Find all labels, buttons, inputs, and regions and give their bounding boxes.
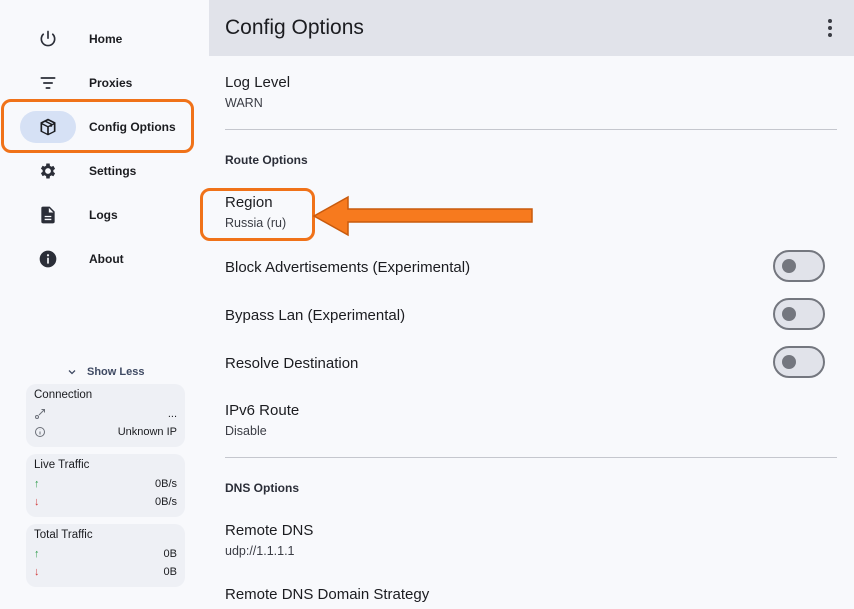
sidebar: Home Proxies Config Options Settings Log… [0,0,209,609]
ip-value: Unknown IP [117,426,177,438]
dns-options-header: DNS Options [225,481,299,495]
sidebar-item-settings[interactable]: Settings [20,153,190,189]
total-traffic-card: Total Traffic ↑ 0B ↓ 0B [26,524,185,587]
document-icon [20,199,76,231]
download-arrow-icon: ↓ [34,566,40,578]
bypass-lan-toggle[interactable] [773,298,825,330]
sidebar-item-label: Home [89,32,123,46]
upload-arrow-icon: ↑ [34,548,40,560]
remote-dns-domain-strategy-setting[interactable]: Remote DNS Domain Strategy [225,586,429,603]
card-row: ↑ 0B [34,545,177,563]
sidebar-item-label: Settings [89,164,137,178]
card-title: Total Traffic [34,529,93,541]
route-options-header: Route Options [225,153,308,167]
setting-title: IPv6 Route [225,402,300,419]
divider [225,129,837,130]
resolve-destination-toggle[interactable] [773,346,825,378]
setting-title: Resolve Destination [225,355,359,372]
card-title: Connection [34,389,93,401]
card-title: Live Traffic [34,459,90,471]
download-value: 0B [163,566,177,578]
bypass-lan-setting[interactable]: Bypass Lan (Experimental) [225,307,405,324]
card-row: ↓ 0B [34,563,177,581]
upload-arrow-icon: ↑ [34,478,40,490]
link-icon [35,409,45,419]
connection-value: ... [167,408,177,420]
card-row: Unknown IP [34,423,177,441]
gear-icon [20,155,76,187]
config-options-list: Log Level WARN Route Options Region Russ… [209,56,854,609]
setting-title: Log Level [225,74,291,91]
setting-title: Block Advertisements (Experimental) [225,259,471,276]
show-less-label: Show Less [87,366,145,378]
setting-title: Bypass Lan (Experimental) [225,307,406,324]
ipv6-route-setting[interactable]: IPv6 Route Disable [225,402,299,438]
page-title: Config Options [225,16,364,39]
upload-value: 0B [163,548,177,560]
setting-title: Remote DNS Domain Strategy [225,586,430,603]
remote-dns-setting[interactable]: Remote DNS udp://1.1.1.1 [225,522,313,558]
card-row: ↑ 0B/s [34,475,177,493]
log-level-setting[interactable]: Log Level WARN [225,74,290,110]
info-outline-icon [35,427,45,437]
download-value: 0B/s [154,496,177,508]
setting-value: udp://1.1.1.1 [225,544,295,558]
sidebar-item-about[interactable]: About [20,241,190,277]
power-icon [20,23,76,55]
setting-title: Remote DNS [225,522,314,539]
sidebar-item-label: About [89,252,124,266]
upload-value: 0B/s [154,478,177,490]
card-row: ... [34,405,177,423]
more-options-icon[interactable] [820,17,840,39]
annotation-highlight-box [200,188,315,241]
annotation-arrow-icon [312,195,533,237]
sidebar-item-label: Proxies [89,76,133,90]
connection-card: Connection ... Unknown IP [26,384,185,447]
filter-list-icon [20,67,76,99]
resolve-destination-setting[interactable]: Resolve Destination [225,355,358,372]
card-row: ↓ 0B/s [34,493,177,511]
annotation-highlight-box [1,99,194,153]
show-less-toggle[interactable]: Show Less [66,366,144,378]
divider [225,457,837,458]
download-arrow-icon: ↓ [34,496,40,508]
info-icon [20,243,76,275]
block-ads-toggle[interactable] [773,250,825,282]
live-traffic-card: Live Traffic ↑ 0B/s ↓ 0B/s [26,454,185,517]
setting-value: Disable [225,424,267,438]
app-bar: Config Options [209,0,854,56]
sidebar-item-logs[interactable]: Logs [20,197,190,233]
chevron-down-icon [68,370,76,375]
sidebar-item-proxies[interactable]: Proxies [20,65,190,101]
setting-value: WARN [225,96,263,110]
sidebar-item-label: Logs [89,208,118,222]
block-ads-setting[interactable]: Block Advertisements (Experimental) [225,259,470,276]
sidebar-item-home[interactable]: Home [20,21,190,57]
